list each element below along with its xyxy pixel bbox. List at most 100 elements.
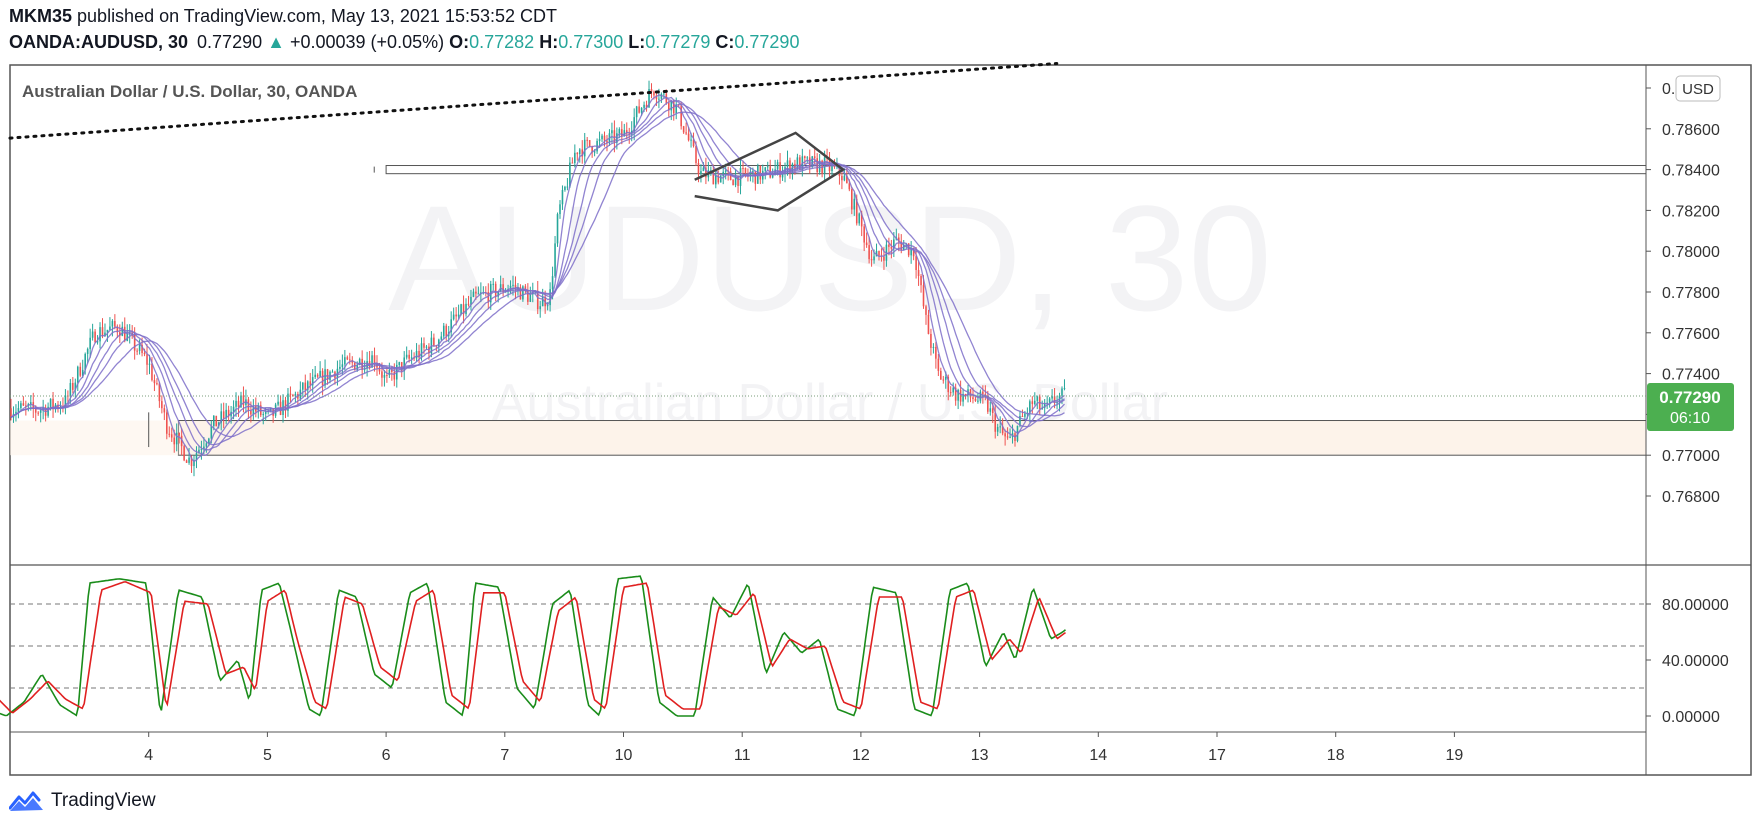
candle: [423, 343, 425, 348]
candle: [764, 167, 767, 171]
stoch-axis-label: 40.00000: [1662, 653, 1729, 670]
candle: [663, 93, 665, 95]
candle: [915, 256, 917, 270]
candle: [566, 186, 569, 188]
candle: [541, 296, 544, 307]
candle: [994, 413, 997, 432]
time-axis-label: 11: [734, 747, 751, 764]
candle: [339, 366, 341, 369]
candle: [472, 291, 475, 297]
candle: [841, 175, 843, 181]
candle: [383, 375, 386, 378]
candle: [873, 256, 875, 261]
candle: [475, 291, 477, 294]
time-axis-label: 4: [144, 747, 153, 764]
candle: [571, 162, 574, 164]
candle: [999, 426, 1001, 428]
candle: [754, 171, 757, 184]
candle: [494, 283, 497, 297]
candle: [262, 413, 265, 416]
candle: [559, 204, 561, 215]
bar-countdown-label: 06:10: [1670, 410, 1710, 427]
price-axis-label: 0.77600: [1662, 326, 1720, 343]
candle: [20, 403, 22, 409]
candle: [1063, 388, 1066, 390]
candle: [1021, 416, 1024, 418]
candle: [101, 327, 104, 336]
price-axis-label: 0.78600: [1662, 122, 1720, 139]
candle: [467, 303, 470, 305]
candle: [868, 245, 870, 260]
candle: [539, 306, 542, 310]
candle: [603, 135, 606, 141]
candle: [153, 380, 156, 384]
watermark-symbol: AUDUSD, 30: [388, 174, 1272, 342]
stoch-d-line: [0, 581, 1066, 714]
candle: [982, 391, 984, 395]
candle: [512, 284, 514, 286]
candle: [205, 443, 208, 447]
candle: [170, 434, 173, 438]
candle: [440, 336, 443, 340]
candle: [554, 243, 556, 277]
candle: [583, 139, 586, 157]
price-axis-label: 0.77400: [1662, 367, 1720, 384]
candle: [863, 226, 865, 243]
candle: [813, 156, 816, 159]
currency-button[interactable]: USD: [1682, 81, 1714, 98]
candle: [996, 427, 999, 432]
candle: [786, 160, 789, 167]
candle: [944, 376, 947, 380]
candle: [685, 132, 687, 134]
candle: [870, 259, 873, 261]
candle: [69, 382, 72, 397]
price-axis-label: 0.78200: [1662, 203, 1720, 220]
stoch-axis-label: 80.00000: [1662, 597, 1729, 614]
candle: [932, 346, 935, 348]
candle: [302, 382, 304, 390]
candle: [341, 364, 344, 367]
candle: [398, 362, 401, 365]
candle: [185, 460, 188, 463]
candle: [917, 269, 920, 276]
candle: [593, 151, 596, 153]
candle: [210, 426, 213, 439]
candle: [564, 186, 566, 190]
candle: [277, 401, 279, 405]
candle: [638, 106, 640, 113]
candle: [386, 375, 388, 377]
candle: [643, 104, 645, 108]
candle: [714, 175, 717, 185]
candle: [331, 371, 334, 373]
resistance-band-extension: [10, 166, 386, 174]
candle: [586, 139, 588, 141]
candle: [930, 333, 932, 348]
candle: [806, 157, 809, 159]
candle: [235, 400, 237, 407]
chart-svg[interactable]: AUDUSD, 30 Australian Dollar / U.S. Doll…: [0, 0, 1762, 830]
candle: [972, 397, 974, 399]
candle: [702, 167, 705, 172]
candle: [168, 433, 171, 435]
candle: [72, 382, 74, 390]
tradingview-logo[interactable]: TradingView: [9, 790, 156, 812]
candle: [79, 366, 82, 376]
candle: [920, 275, 922, 286]
candle: [853, 198, 856, 210]
candle: [1036, 396, 1039, 401]
candle: [321, 370, 324, 386]
time-axis-label: 19: [1446, 747, 1464, 764]
support-zone: [177, 420, 1647, 456]
candle: [89, 337, 91, 349]
candle: [578, 149, 581, 155]
candle: [561, 189, 564, 205]
stoch-axis-label: 0.00000: [1662, 709, 1720, 726]
candle: [10, 408, 12, 418]
candle: [865, 242, 868, 246]
time-axis-label: 13: [971, 747, 989, 764]
time-axis-label: 17: [1208, 747, 1226, 764]
candle: [700, 171, 702, 175]
candle: [425, 346, 428, 348]
candle: [215, 415, 218, 427]
candle: [109, 326, 111, 330]
